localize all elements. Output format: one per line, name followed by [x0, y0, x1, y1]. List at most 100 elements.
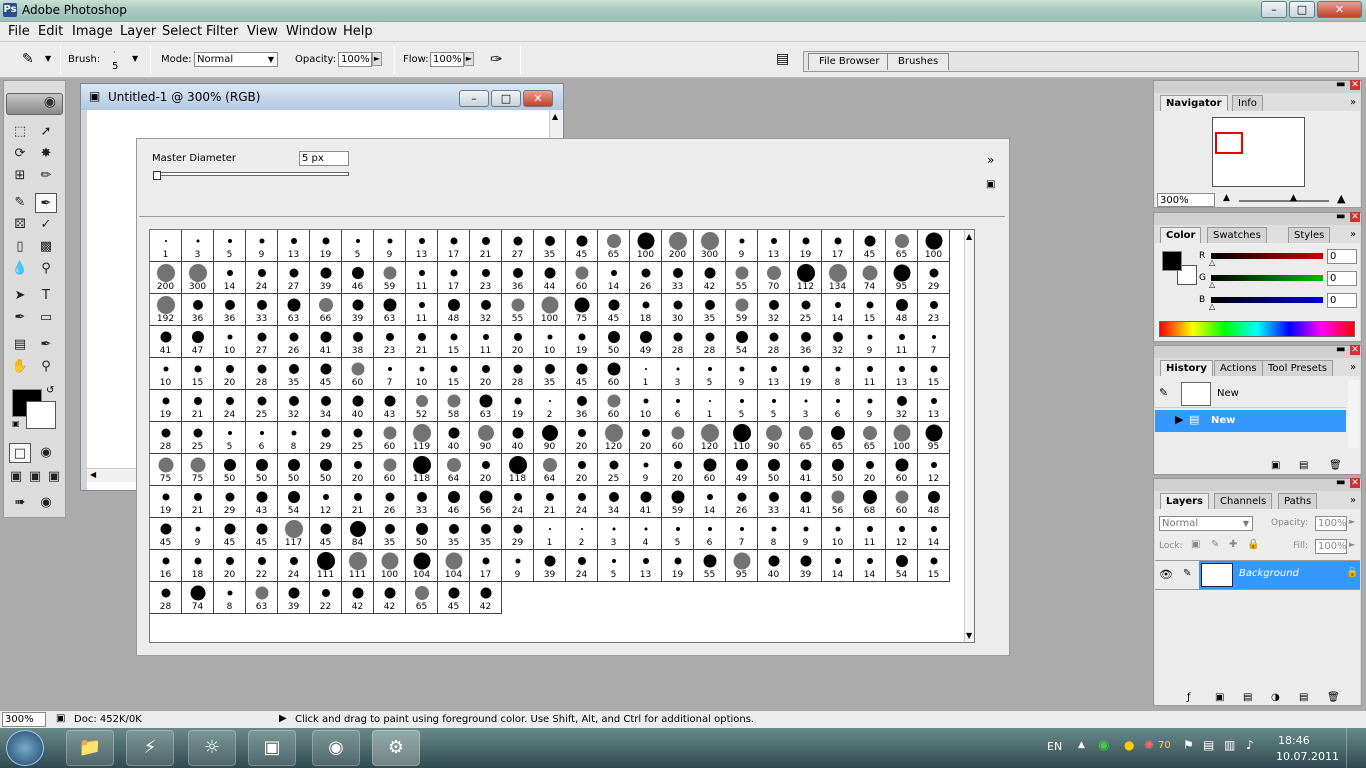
brush-cell[interactable]: 9 — [502, 550, 534, 582]
brush-cell[interactable]: 2 — [566, 518, 598, 550]
minimize-button[interactable]: – — [1261, 1, 1287, 18]
brush-cell[interactable]: 16 — [150, 550, 182, 582]
brush-cell[interactable]: 14 — [694, 486, 726, 518]
palette-minimize-icon[interactable]: ▬ — [1336, 344, 1345, 355]
toolbox-logo[interactable]: ◉ — [6, 93, 63, 115]
taskbar-firefox[interactable]: ◉ — [312, 730, 360, 766]
brush-cell[interactable]: 29 — [214, 486, 246, 518]
master-diameter-field[interactable]: 5 px — [299, 151, 349, 166]
brush-cell[interactable]: 20 — [470, 358, 502, 390]
brush-cell[interactable]: 43 — [246, 486, 278, 518]
brush-cell[interactable]: 10 — [214, 326, 246, 358]
navigator-zoom-field[interactable]: 300% — [1157, 193, 1215, 207]
brush-cell[interactable]: 95 — [886, 262, 918, 294]
palette-close-icon[interactable]: ✕ — [1350, 345, 1360, 355]
standard-mode-icon[interactable]: □ — [9, 443, 31, 463]
brush-cell[interactable]: 20 — [630, 422, 662, 454]
brush-cell[interactable]: 24 — [246, 262, 278, 294]
lock-all-icon[interactable]: 🔒 — [1247, 539, 1259, 550]
brush-cell[interactable]: 19 — [566, 326, 598, 358]
brush-cell[interactable]: 59 — [662, 486, 694, 518]
brush-cell[interactable]: 54 — [726, 326, 758, 358]
new-snapshot-icon[interactable]: ▤ — [1299, 460, 1308, 471]
brush-cell[interactable]: 2 — [534, 390, 566, 422]
brush-cell[interactable]: 95 — [918, 422, 950, 454]
lock-image-icon[interactable]: ✎ — [1211, 539, 1219, 550]
brush-cell[interactable]: 9 — [182, 518, 214, 550]
tab-channels[interactable]: Channels — [1214, 493, 1273, 509]
brush-cell[interactable]: 64 — [534, 454, 566, 486]
fill-field[interactable]: 100% — [1315, 539, 1347, 554]
brush-cell[interactable]: 25 — [790, 294, 822, 326]
brush-cell[interactable]: 20 — [566, 454, 598, 486]
brush-cell[interactable]: 35 — [534, 358, 566, 390]
brush-cell[interactable]: 63 — [470, 390, 502, 422]
brush-cell[interactable]: 15 — [854, 294, 886, 326]
brush-cell[interactable]: 54 — [886, 550, 918, 582]
tray-expand-icon[interactable]: ▲ — [1078, 740, 1085, 750]
brush-cell[interactable]: 45 — [566, 358, 598, 390]
slider-thumb[interactable]: △ — [1209, 280, 1215, 289]
brush-cell[interactable]: 50 — [598, 326, 630, 358]
quick-mask-mode-icon[interactable]: ◉ — [35, 443, 57, 463]
tab-paths[interactable]: Paths — [1278, 493, 1318, 509]
brush-cell[interactable]: 120 — [598, 422, 630, 454]
brush-cell[interactable]: 39 — [342, 294, 374, 326]
brush-cell[interactable]: 95 — [726, 550, 758, 582]
brush-cell[interactable]: 111 — [342, 550, 374, 582]
brush-cell[interactable]: 29 — [502, 518, 534, 550]
brush-cell[interactable]: 48 — [918, 486, 950, 518]
brush-cell[interactable]: 1 — [630, 358, 662, 390]
brush-cell[interactable]: 45 — [310, 518, 342, 550]
brush-cell[interactable]: 119 — [406, 422, 438, 454]
zoom-slider[interactable] — [1239, 200, 1329, 202]
channel-g-field[interactable]: 0 — [1327, 271, 1357, 286]
show-desktop-button[interactable] — [1346, 728, 1366, 768]
new-layer-set-icon[interactable]: ▤ — [1243, 692, 1252, 703]
brush-cell[interactable]: 41 — [310, 326, 342, 358]
rectangle-tool-icon[interactable]: ▭ — [35, 308, 57, 328]
brush-cell[interactable]: 15 — [438, 326, 470, 358]
status-arrow-icon[interactable]: ▶ — [279, 713, 287, 724]
brush-cell[interactable]: 19 — [790, 358, 822, 390]
brush-cell[interactable]: 49 — [726, 454, 758, 486]
brush-cell[interactable]: 9 — [726, 358, 758, 390]
blend-mode-select[interactable]: Normal ▼ — [1159, 516, 1253, 531]
brush-cell[interactable]: 55 — [502, 294, 534, 326]
brush-cell[interactable]: 60 — [598, 390, 630, 422]
brush-cell[interactable]: 35 — [438, 518, 470, 550]
panel-menu-icon[interactable]: » — [987, 153, 994, 167]
brush-cell[interactable]: 20 — [662, 454, 694, 486]
scroll-up-icon[interactable]: ▲ — [552, 112, 558, 121]
tray-app-icon[interactable]: ✺ — [1144, 738, 1154, 752]
brush-cell[interactable]: 11 — [406, 294, 438, 326]
brush-cell[interactable]: 50 — [758, 454, 790, 486]
brush-cell[interactable]: 14 — [918, 518, 950, 550]
brush-cell[interactable]: 42 — [374, 582, 406, 614]
brush-cell[interactable]: 39 — [310, 262, 342, 294]
zoom-out-icon[interactable]: ▲ — [1223, 193, 1230, 203]
brush-cell[interactable]: 13 — [278, 230, 310, 262]
video-icon[interactable]: ▤ — [1203, 738, 1214, 752]
brush-cell[interactable]: 15 — [918, 550, 950, 582]
brush-cell[interactable]: 45 — [854, 230, 886, 262]
brush-cell[interactable]: 26 — [726, 486, 758, 518]
brush-cell[interactable]: 20 — [854, 454, 886, 486]
palette-menu-icon[interactable]: » — [1350, 362, 1356, 373]
menu-help[interactable]: Help — [343, 24, 373, 39]
jump-to-imageready-icon[interactable]: ➠ — [9, 493, 31, 513]
brush-cell[interactable]: 40 — [758, 550, 790, 582]
path-selection-tool-icon[interactable]: ➤ — [9, 286, 31, 306]
brush-cell[interactable]: 118 — [502, 454, 534, 486]
brush-cell[interactable]: 56 — [822, 486, 854, 518]
brush-cell[interactable]: 40 — [342, 390, 374, 422]
brush-cell[interactable]: 36 — [214, 294, 246, 326]
brush-cell[interactable]: 17 — [822, 230, 854, 262]
brush-cell[interactable]: 24 — [502, 486, 534, 518]
brush-cell[interactable]: 59 — [374, 262, 406, 294]
tab-actions[interactable]: Actions — [1214, 360, 1263, 376]
brush-cell[interactable]: 10 — [406, 358, 438, 390]
magic-wand-tool-icon[interactable]: ✸ — [35, 144, 57, 164]
brush-cell[interactable]: 21 — [182, 390, 214, 422]
tab-styles[interactable]: Styles — [1288, 227, 1331, 243]
